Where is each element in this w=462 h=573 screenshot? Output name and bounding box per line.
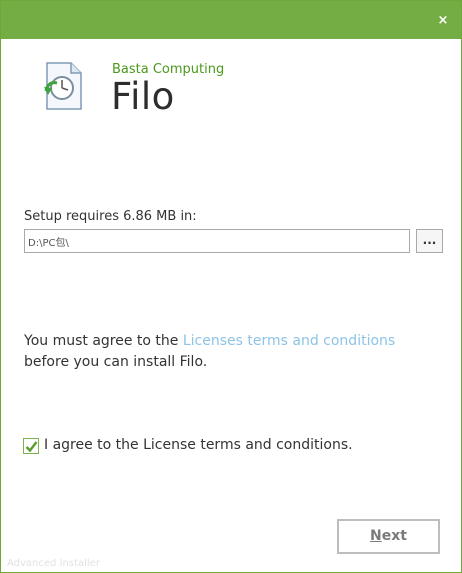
checkmark-icon bbox=[25, 441, 38, 453]
product-title: Filo bbox=[111, 75, 175, 118]
next-label: ext bbox=[381, 528, 407, 544]
license-notice-suffix: before you can install Filo. bbox=[24, 354, 208, 370]
install-path-input[interactable] bbox=[24, 229, 410, 253]
installer-window: × Basta Computing Filo Setup requires 6.… bbox=[0, 0, 462, 573]
installer-watermark: Advanced Installer bbox=[7, 558, 100, 569]
license-notice: You must agree to the Licenses terms and… bbox=[24, 331, 434, 373]
agree-checkbox-label[interactable]: I agree to the License terms and conditi… bbox=[44, 437, 353, 453]
license-link[interactable]: Licenses terms and conditions bbox=[183, 333, 395, 349]
title-bar[interactable]: × bbox=[1, 1, 461, 39]
browse-button[interactable]: ... bbox=[416, 229, 443, 253]
license-notice-prefix: You must agree to the bbox=[24, 333, 183, 349]
agree-checkbox[interactable] bbox=[23, 438, 39, 454]
next-button[interactable]: Next bbox=[337, 519, 440, 554]
setup-document-clock-icon bbox=[43, 61, 85, 113]
close-icon: × bbox=[437, 13, 449, 28]
close-button[interactable]: × bbox=[433, 12, 453, 30]
space-requirement-label: Setup requires 6.86 MB in: bbox=[24, 209, 197, 224]
next-mnemonic: N bbox=[370, 528, 382, 544]
